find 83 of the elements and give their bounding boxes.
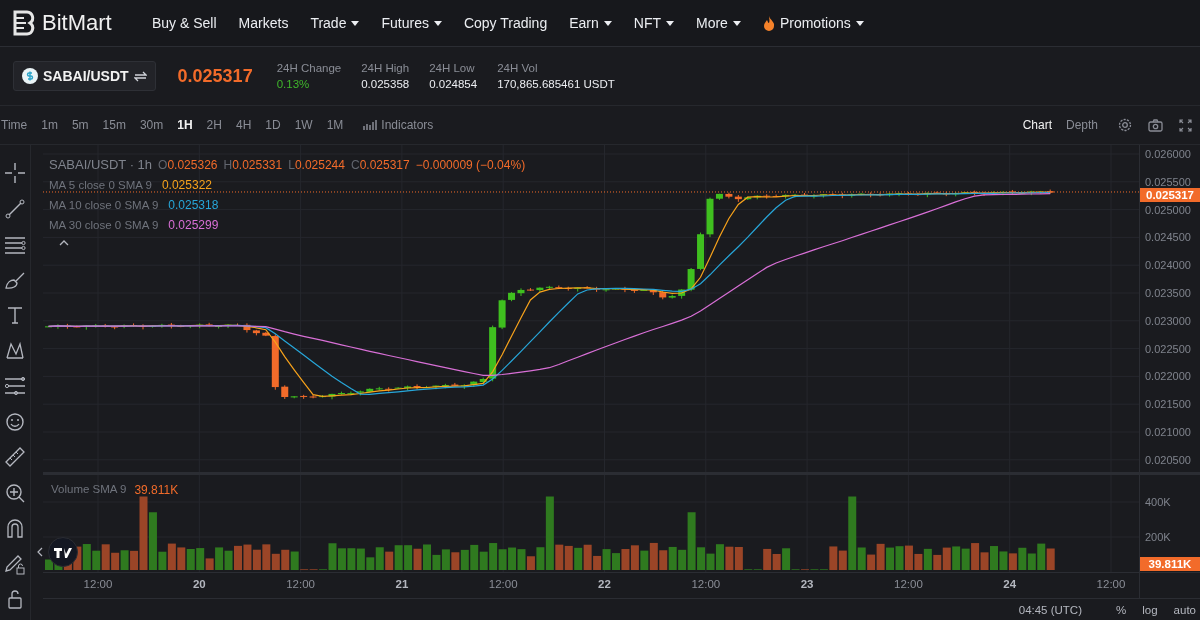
interval-tab[interactable]: 1M: [319, 118, 351, 132]
nav-link[interactable]: Futures: [381, 15, 442, 31]
price-label: 0.023000: [1145, 315, 1191, 327]
interval-tab[interactable]: 1m: [34, 118, 65, 132]
time-label: 12:00: [83, 578, 113, 590]
volume-tag: 39.811K: [1140, 557, 1200, 571]
price-label: 0.022500: [1145, 343, 1191, 355]
nav-link[interactable]: Trade: [310, 15, 360, 31]
time-label: 12:00: [286, 578, 315, 590]
stat-value: 0.13%: [276, 78, 311, 90]
price-label: 0.021500: [1145, 398, 1191, 410]
nav-link[interactable]: Markets: [238, 15, 289, 31]
stat-value: 0.025358: [361, 78, 410, 90]
time-label: 12:00: [894, 578, 923, 590]
price-label: 0.022000: [1145, 370, 1191, 382]
time-label: 20: [192, 578, 206, 590]
price-label: 0.024500: [1145, 231, 1191, 243]
scale-option[interactable]: %: [1116, 603, 1127, 616]
price-change: −0.000009 (−0.04%): [415, 158, 526, 172]
ohlc-value: 0.025317: [359, 158, 410, 172]
nav-link[interactable]: Earn: [569, 15, 612, 31]
stat-label: 24H High: [361, 62, 410, 74]
ohlc-label: C: [350, 158, 360, 172]
time-label: 24: [1003, 578, 1017, 590]
price-label: 0.020500: [1145, 454, 1191, 466]
view-tab[interactable]: Depth: [1061, 118, 1102, 132]
interval-tab[interactable]: Time: [0, 118, 35, 132]
volume-axis-label: 200K: [1145, 531, 1171, 543]
time-label: 12:00: [1096, 578, 1126, 590]
time-label: 12:00: [488, 578, 518, 590]
interval-tab[interactable]: 2H: [199, 118, 229, 132]
time-label: 22: [598, 578, 611, 590]
nav-link[interactable]: Buy & Sell: [152, 15, 217, 31]
indicator-label: MA 10 close 0 SMA 9: [49, 199, 159, 211]
volume-axis-label: 400K: [1145, 496, 1171, 508]
timezone-label[interactable]: 04:45 (UTC): [1018, 603, 1082, 616]
nav-link[interactable]: More: [696, 15, 741, 31]
stat-value: 170,865.685461 USDT: [497, 78, 615, 90]
indicator-value: 0.025318: [168, 198, 219, 212]
indicators-button[interactable]: Indicators: [356, 118, 441, 132]
time-label: 21: [395, 578, 409, 590]
view-tab[interactable]: Chart: [1018, 118, 1056, 132]
volume-label: Volume SMA 9: [51, 483, 127, 497]
interval-tab[interactable]: 4H: [228, 118, 259, 132]
pair-selector[interactable]: SABAI/USDT: [13, 61, 156, 91]
indicator-label: MA 30 close 0 SMA 9: [49, 219, 159, 231]
indicator-label: MA 5 close 0 SMA 9: [49, 179, 152, 191]
price-tag: 0.025317: [1140, 187, 1200, 202]
interval-tab[interactable]: 1H: [170, 118, 200, 132]
price-label: 0.025500: [1145, 176, 1191, 188]
ohlc-value: 0.025326: [167, 158, 218, 172]
price-label: 0.026000: [1145, 148, 1191, 160]
volume-value: 39.811K: [134, 483, 179, 497]
ohlc-label: H: [223, 158, 233, 172]
chart-title: SABAI/USDT · 1h: [49, 157, 153, 172]
nav-link[interactable]: Promotions: [762, 15, 864, 31]
time-label: 12:00: [691, 578, 721, 590]
indicator-value: 0.025299: [168, 218, 219, 232]
last-price: 0.025317: [177, 65, 253, 87]
price-label: 0.025000: [1145, 204, 1191, 216]
nav-link[interactable]: NFT: [633, 15, 674, 31]
interval-tab[interactable]: 1D: [258, 118, 288, 132]
stat-value: 0.024854: [429, 78, 478, 90]
time-label: 23: [800, 578, 814, 590]
indicator-value: 0.025322: [161, 178, 212, 192]
scale-option[interactable]: auto: [1173, 603, 1196, 616]
nav-link[interactable]: Copy Trading: [463, 15, 548, 31]
price-label: 0.023500: [1145, 287, 1191, 299]
ohlc-label: L: [288, 158, 295, 172]
brand-name[interactable]: BitMart: [42, 10, 112, 36]
stat-label: 24H Low: [429, 62, 476, 74]
interval-tab[interactable]: 5m: [64, 118, 96, 132]
ohlc-label: O: [158, 158, 168, 172]
interval-tab[interactable]: 1W: [287, 118, 320, 132]
scale-option[interactable]: log: [1142, 603, 1158, 616]
ohlc-value: 0.025244: [294, 158, 345, 172]
interval-tab[interactable]: 15m: [95, 118, 133, 132]
price-label: 0.024000: [1145, 259, 1191, 271]
price-label: 0.021000: [1145, 426, 1191, 438]
interval-tab[interactable]: 30m: [132, 118, 171, 132]
stat-label: 24H Vol: [497, 62, 539, 74]
ohlc-value: 0.025331: [232, 158, 283, 172]
stat-label: 24H Change: [276, 62, 342, 74]
